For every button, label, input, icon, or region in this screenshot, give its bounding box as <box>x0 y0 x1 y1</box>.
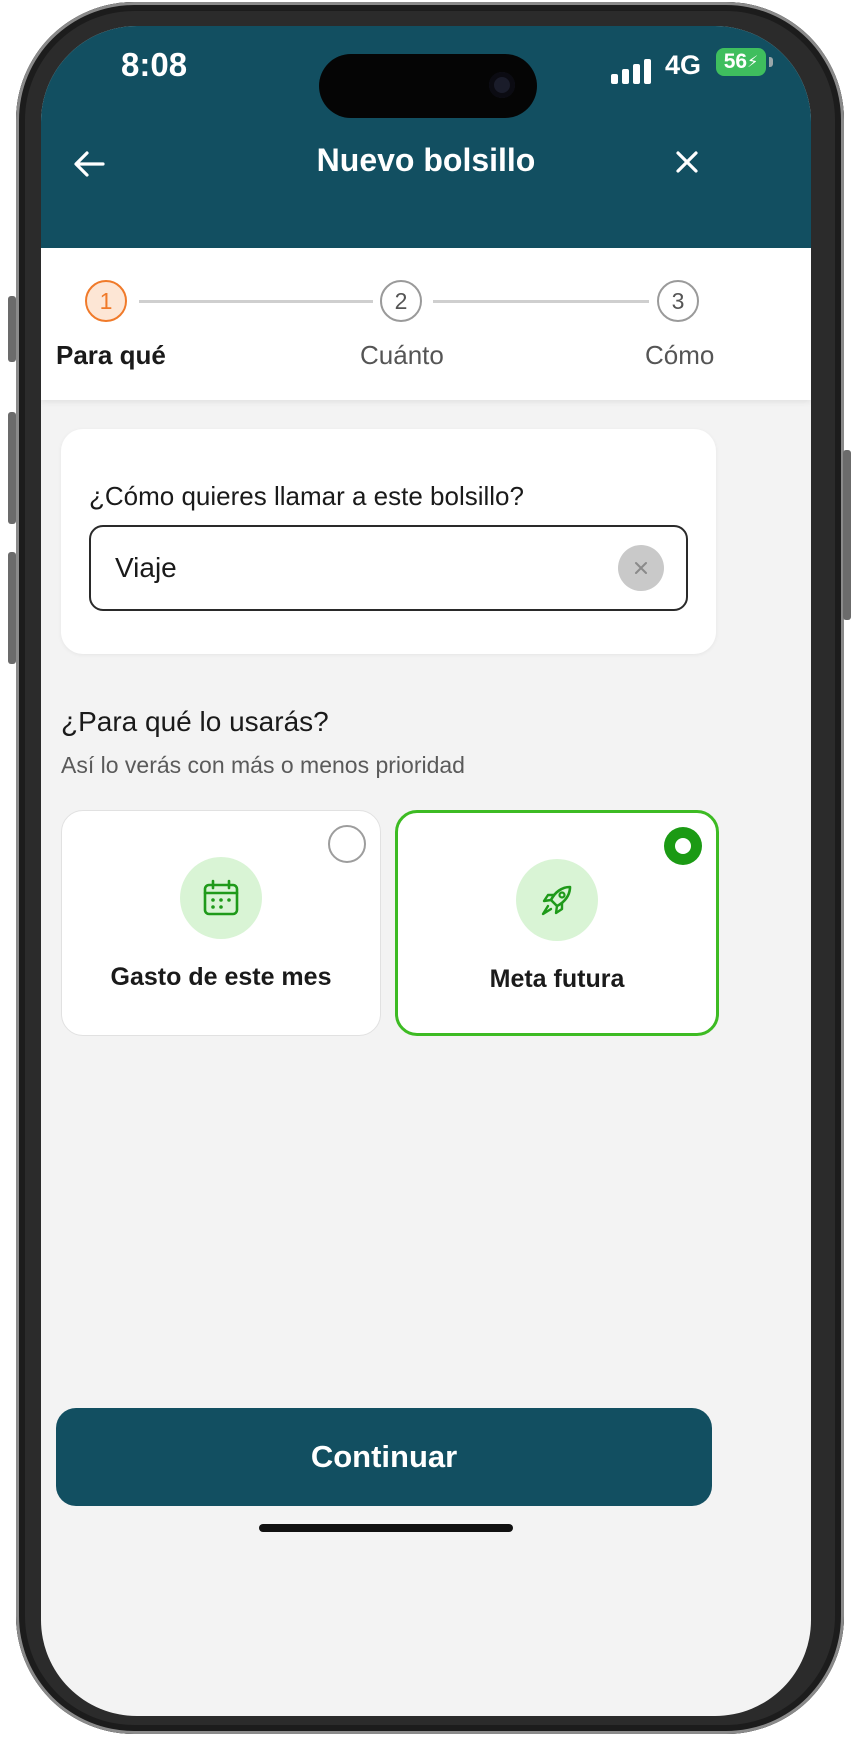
radio-selected[interactable] <box>664 827 702 865</box>
battery-level: 56 <box>723 50 748 73</box>
side-button-power <box>843 450 851 620</box>
battery-icon: 56 ⚡ <box>716 48 766 76</box>
stepper: 1 2 3 Para qué Cuánto Cómo <box>41 248 811 400</box>
side-button-mute <box>8 296 16 362</box>
step-1-label: Para qué <box>56 340 166 370</box>
step-connector <box>433 300 649 303</box>
home-indicator <box>259 1524 513 1532</box>
step-2-label: Cuánto <box>360 340 444 370</box>
name-input[interactable]: Viaje <box>89 525 688 611</box>
clear-input-button[interactable] <box>618 545 664 591</box>
continue-button[interactable]: Continuar <box>56 1408 712 1506</box>
close-icon[interactable] <box>669 144 705 180</box>
step-3-circle: 3 <box>657 280 699 322</box>
side-button-volume-down <box>8 552 16 664</box>
radio-unselected[interactable] <box>328 825 366 863</box>
option-gasto-este-mes[interactable]: Gasto de este mes <box>61 810 381 1036</box>
step-1-circle: 1 <box>85 280 127 322</box>
signal-icon <box>611 56 651 84</box>
step-2-circle: 2 <box>380 280 422 322</box>
clear-icon <box>635 562 647 574</box>
option-label: Meta futura <box>489 965 625 993</box>
battery-tip <box>769 57 773 67</box>
camera-icon <box>489 72 515 98</box>
option-label: Gasto de este mes <box>110 963 332 991</box>
status-time: 8:08 <box>121 46 188 83</box>
name-card: ¿Cómo quieres llamar a este bolsillo? Vi… <box>61 429 716 654</box>
calendar-icon-badge <box>180 857 262 939</box>
rocket-icon-badge <box>516 859 598 941</box>
step-connector <box>139 300 373 303</box>
side-button-volume-up <box>8 412 16 524</box>
purpose-title: ¿Para qué lo usarás? <box>61 706 329 737</box>
header: 8:08 4G 56 ⚡ Nuevo bolsillo <box>41 26 811 248</box>
purpose-subtitle: Así lo verás con más o menos prioridad <box>61 752 465 778</box>
screen: 8:08 4G 56 ⚡ Nuevo bolsillo 1 2 3 Para qu… <box>41 26 811 1716</box>
dynamic-island <box>319 54 537 118</box>
name-input-value[interactable]: Viaje <box>115 552 618 584</box>
step-3-label: Cómo <box>645 340 715 370</box>
name-question: ¿Cómo quieres llamar a este bolsillo? <box>89 481 524 511</box>
option-meta-futura[interactable]: Meta futura <box>395 810 719 1036</box>
rocket-icon <box>541 885 572 916</box>
network-label: 4G <box>665 50 702 80</box>
calendar-icon <box>203 879 239 916</box>
